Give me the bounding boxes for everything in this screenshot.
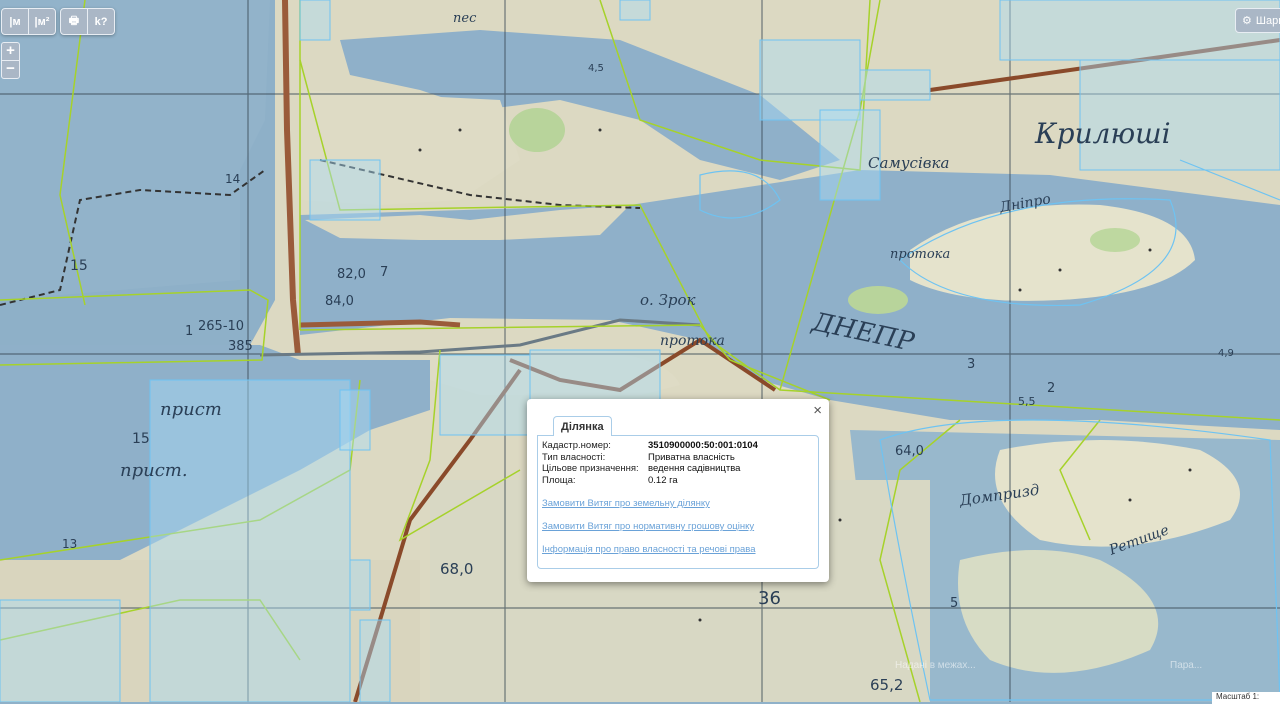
popup-links: Замовити Витяг про земельну ділянку Замо…: [542, 498, 814, 555]
zoom-control: + −: [1, 42, 20, 79]
print-button[interactable]: 🖶: [61, 9, 88, 34]
close-icon[interactable]: ×: [813, 402, 822, 419]
cadastre-number-value: 3510900000:50:001:0104: [648, 440, 758, 451]
map-label-protoka-2: протока: [890, 247, 950, 262]
parcel-info-table: Кадастр.номер: 3510900000:50:001:0104 Ти…: [542, 440, 814, 486]
map-number-64: 64,0: [895, 444, 924, 459]
map-number-2: 2: [1047, 381, 1055, 396]
area-value: 0.12 га: [648, 474, 678, 486]
layers-button-label: Шари: [1255, 14, 1280, 27]
map-label-krylyushi: Крилюші: [1034, 117, 1171, 150]
tools-toolbar: 🖶 k?: [60, 8, 115, 35]
map-label-protoka: протока: [660, 333, 725, 349]
map-number-15b: 15: [132, 431, 150, 447]
ownership-info-link[interactable]: Інформація про право власності та речові…: [542, 544, 814, 555]
map-label-samusivka: Самусівка: [868, 154, 949, 172]
measure-area-button[interactable]: |м²: [29, 9, 55, 34]
area-label: Площа:: [542, 474, 576, 486]
map-label-pes: пес: [453, 11, 477, 26]
map-number-65: 65,2: [870, 676, 903, 694]
map-number-15a: 15: [70, 258, 88, 274]
map-number-49: 4,9: [1218, 348, 1234, 359]
map-number-1: 1: [185, 324, 193, 339]
order-valuation-extract-link[interactable]: Замовити Витяг про нормативну грошову оц…: [542, 521, 814, 532]
cadastre-number-label: Кадастр.номер:: [542, 440, 611, 451]
map-number-13: 13: [62, 537, 77, 551]
tab-parcel[interactable]: Ділянка: [553, 416, 612, 436]
identify-button[interactable]: k?: [88, 9, 114, 34]
map-number-5: 5: [950, 596, 958, 611]
map-number-55: 5,5: [1018, 395, 1036, 408]
map-number-68: 68,0: [440, 560, 473, 578]
map-number-14: 14: [225, 172, 240, 186]
zoom-in-button[interactable]: +: [2, 43, 19, 60]
map-number-82: 82,0: [337, 267, 366, 282]
watermark-text: Надані в межах...: [895, 660, 976, 671]
measure-toolbar: |м |м²: [1, 8, 56, 35]
measure-line-button[interactable]: |м: [2, 9, 29, 34]
gear-icon: ⚙: [1242, 15, 1252, 27]
map-number-7: 7: [380, 265, 388, 280]
parcel-info-panel: Кадастр.номер: 3510900000:50:001:0104 Ти…: [537, 435, 819, 569]
order-land-extract-link[interactable]: Замовити Витяг про земельну ділянку: [542, 498, 814, 509]
base-map[interactable]: Самусівка Крилюші ДНЕПР прист прист. пес…: [0, 0, 1280, 702]
watermark-text-2: Пара...: [1170, 660, 1203, 671]
purpose-value: ведення садівництва: [648, 463, 741, 474]
ownership-type-value: Приватна власність: [648, 451, 735, 463]
map-number-84: 84,0: [325, 294, 354, 309]
map-label-o-zrok: о. Зрок: [640, 291, 696, 309]
layers-button[interactable]: ⚙ Шари: [1235, 8, 1280, 33]
map-number-36: 36: [758, 588, 781, 609]
map-label-pryst-2: прист.: [120, 460, 188, 481]
purpose-label: Цільове призначення:: [542, 463, 639, 474]
map-number-45: 4,5: [588, 63, 604, 74]
map-number-3: 3: [967, 357, 975, 372]
zoom-out-button[interactable]: −: [2, 60, 19, 78]
map-number-265: 265-10: [198, 319, 244, 334]
ownership-type-label: Тип власності:: [542, 451, 606, 463]
parcel-popup: × Ділянка Кадастр.номер: 3510900000:50:0…: [527, 399, 829, 582]
map-label-pryst-1: прист: [160, 399, 222, 420]
scale-label: Масштаб 1:: [1212, 692, 1280, 704]
map-number-385: 385: [228, 339, 253, 354]
